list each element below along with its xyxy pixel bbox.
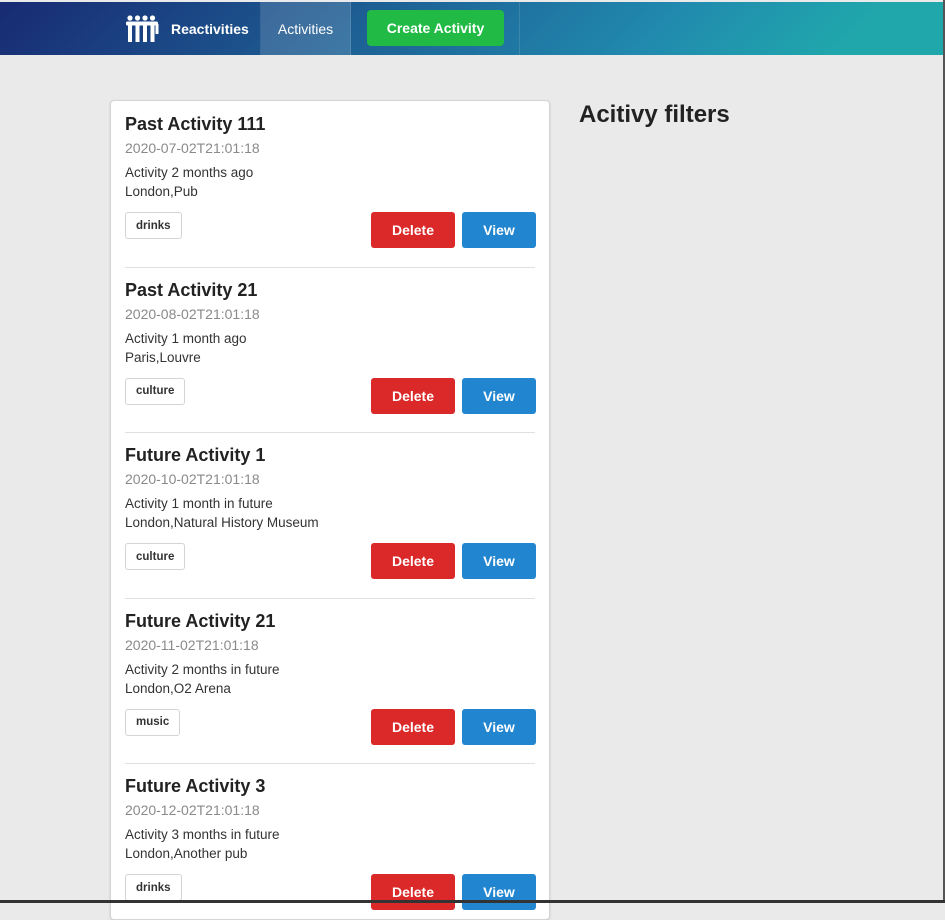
activity-title[interactable]: Future Activity 1 xyxy=(125,445,265,466)
create-activity-button[interactable]: Create Activity xyxy=(367,10,504,46)
activity-title[interactable]: Future Activity 3 xyxy=(125,776,265,797)
nav-activities-link[interactable]: Activities xyxy=(261,2,351,55)
category-label: culture xyxy=(125,377,186,405)
activity-list-panel: Past Activity 111 2020-07-02T21:01:18 Acti… xyxy=(110,100,550,920)
brand-link[interactable]: Reactivities xyxy=(112,2,261,55)
activity-description: Activity 1 month in future xyxy=(125,496,273,511)
activity-date: 2020-11-02T21:01:18 xyxy=(125,636,259,653)
activity-venue: London,Natural History Museum xyxy=(125,515,319,530)
top-navbar: Reactivities Activities Create Activity xyxy=(0,2,945,55)
item-divider xyxy=(125,266,535,268)
nav-create-item: Create Activity xyxy=(351,2,520,55)
people-logo-icon xyxy=(126,14,159,42)
item-divider xyxy=(125,763,535,764)
activity-date: 2020-07-02T21:01:18 xyxy=(125,140,260,156)
brand-name: Reactivities xyxy=(171,20,249,37)
category-label: drinks xyxy=(125,212,182,239)
item-divider xyxy=(125,597,535,599)
delete-button[interactable]: Delete xyxy=(371,708,455,745)
filters-heading: Acitivy filters xyxy=(579,101,730,128)
delete-button[interactable]: Delete xyxy=(371,543,455,579)
activity-title[interactable]: Past Activity 111 xyxy=(125,114,265,135)
category-label: music xyxy=(125,708,181,736)
activity-date: 2020-12-02T21:01:18 xyxy=(125,802,260,818)
delete-button[interactable]: Delete xyxy=(371,874,455,910)
activity-date: 2020-08-02T21:01:18 xyxy=(125,305,260,322)
item-divider xyxy=(125,432,535,433)
activity-description: Activity 2 months ago xyxy=(125,165,254,180)
view-button[interactable]: View xyxy=(462,212,536,248)
activity-title[interactable]: Past Activity 21 xyxy=(125,280,257,301)
view-button[interactable]: View xyxy=(462,377,536,414)
category-label: culture xyxy=(125,543,186,570)
delete-button[interactable]: Delete xyxy=(371,377,455,414)
view-button[interactable]: View xyxy=(462,874,536,910)
activity-description: Activity 3 months in future xyxy=(125,827,280,842)
category-label: drinks xyxy=(125,874,182,901)
activity-venue: London,Another pub xyxy=(125,846,248,861)
activity-date: 2020-10-02T21:01:18 xyxy=(125,471,260,487)
view-button[interactable]: View xyxy=(462,708,536,745)
activity-venue: Paris,Louvre xyxy=(125,349,201,365)
view-button[interactable]: View xyxy=(462,543,536,579)
activity-title[interactable]: Future Activity 21 xyxy=(125,611,275,632)
activity-venue: London,Pub xyxy=(125,184,198,199)
activity-description: Activity 1 month ago xyxy=(125,330,247,346)
delete-button[interactable]: Delete xyxy=(371,212,455,248)
activity-venue: London,O2 Arena xyxy=(125,680,231,696)
activity-description: Activity 2 months in future xyxy=(125,661,280,677)
